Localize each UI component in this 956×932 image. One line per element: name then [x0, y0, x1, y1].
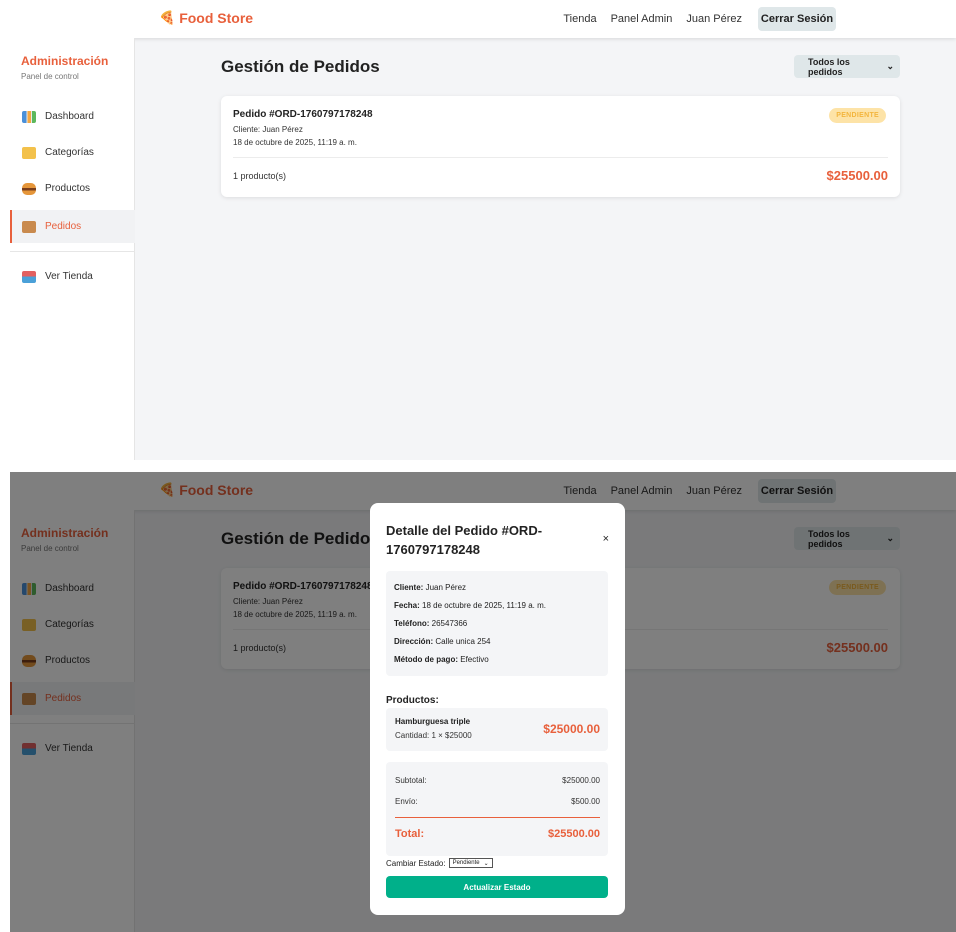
subtotal-label: Subtotal: [395, 776, 427, 785]
order-client: Cliente: Juan Pérez [233, 125, 303, 134]
info-row-fecha: Fecha: 18 de octubre de 2025, 11:19 a. m… [394, 601, 546, 610]
info-row-cliente: Cliente: Juan Pérez [394, 583, 467, 592]
product-name: Hamburguesa triple [395, 717, 471, 726]
nav-links: Tienda Panel Admin Juan Pérez Cerrar Ses… [563, 0, 956, 38]
admin-orders-view-with-modal: 🍕 Food Store Tienda Panel Admin Juan Pér… [10, 472, 956, 932]
order-filter-select[interactable]: Todos los pedidos ⌄ [794, 55, 900, 78]
product-quantity: Cantidad: 1 × $25000 [395, 731, 472, 740]
nav-link-tienda[interactable]: Tienda [563, 13, 596, 25]
nav-user-name: Juan Pérez [686, 13, 742, 25]
order-info-box: Cliente: Juan Pérez Fecha: 18 de octubre… [386, 571, 608, 676]
products-heading: Productos: [386, 695, 439, 706]
status-badge: PENDIENTE [829, 108, 886, 123]
page-title: Gestión de Pedidos [221, 57, 380, 76]
chart-icon [22, 110, 36, 123]
list-item: Hamburguesa triple Cantidad: 1 × $25000 … [386, 708, 608, 751]
status-select-value: Pendiente [452, 860, 480, 866]
subtotal-value: $25000.00 [562, 776, 600, 785]
sidebar-item-categorias[interactable]: Categorías [10, 136, 135, 169]
nav-link-panel-admin[interactable]: Panel Admin [611, 13, 673, 25]
sidebar-item-label: Productos [45, 183, 91, 194]
folder-icon [22, 146, 36, 159]
order-totals-box: Subtotal: $25000.00 Envío: $500.00 Total… [386, 762, 608, 856]
sidebar-item-pedidos[interactable]: Pedidos [10, 210, 135, 243]
navbar: 🍕 Food Store Tienda Panel Admin Juan Pér… [10, 0, 956, 38]
order-card[interactable]: Pedido #ORD-1760797178248 Cliente: Juan … [221, 96, 900, 197]
sidebar-item-label: Pedidos [45, 221, 82, 232]
product-price: $25000.00 [543, 722, 600, 736]
chevron-down-icon: ⌄ [886, 61, 894, 71]
sidebar-item-label: Categorías [45, 147, 94, 158]
box-icon [22, 220, 36, 233]
modal-title: Detalle del Pedido #ORD-1760797178248 [386, 523, 543, 557]
order-detail-modal: Detalle del Pedido #ORD-1760797178248 × … [370, 503, 625, 915]
brand-name: Food Store [179, 10, 254, 26]
order-date: 18 de octubre de 2025, 11:19 a. m. [233, 138, 357, 147]
total-value: $25500.00 [548, 828, 600, 840]
sidebar-item-dashboard[interactable]: Dashboard [10, 100, 135, 133]
order-total: $25500.00 [826, 168, 888, 183]
status-change-row: Cambiar Estado: Pendiente ⌄ [386, 858, 493, 868]
order-id: Pedido #ORD-1760797178248 [233, 109, 373, 120]
shipping-label: Envío: [395, 797, 418, 806]
info-row-direccion: Dirección: Calle unica 254 [394, 637, 491, 646]
total-label: Total: [395, 828, 425, 840]
info-row-metodo-pago: Método de pago: Efectivo [394, 655, 489, 664]
status-select[interactable]: Pendiente ⌄ [448, 858, 493, 868]
store-icon [22, 270, 36, 283]
chevron-down-icon: ⌄ [483, 860, 489, 867]
burger-icon [22, 182, 36, 195]
sidebar-item-label: Ver Tienda [45, 271, 93, 282]
sidebar-title: Administración [21, 54, 109, 68]
update-status-button[interactable]: Actualizar Estado [386, 876, 608, 898]
pizza-icon: 🍕 [159, 10, 176, 25]
admin-orders-view: 🍕 Food Store Tienda Panel Admin Juan Pér… [10, 0, 956, 460]
sidebar-subtitle: Panel de control [21, 72, 79, 81]
sidebar-item-ver-tienda[interactable]: Ver Tienda [10, 260, 135, 293]
shipping-value: $500.00 [571, 797, 600, 806]
filter-value: Todos los pedidos [808, 56, 850, 77]
info-row-telefono: Teléfono: 26547366 [394, 619, 468, 628]
sidebar-item-label: Dashboard [45, 111, 94, 122]
brand-logo[interactable]: 🍕 Food Store [159, 10, 253, 26]
sidebar: Administración Panel de control Dashboar… [10, 38, 135, 460]
order-product-count: 1 producto(s) [233, 171, 287, 181]
order-card-divider [233, 157, 888, 158]
close-icon[interactable]: × [603, 533, 609, 545]
totals-divider [395, 817, 600, 818]
sidebar-divider [10, 251, 135, 252]
status-change-label: Cambiar Estado: [386, 858, 446, 868]
logout-button[interactable]: Cerrar Sesión [758, 7, 836, 31]
sidebar-item-productos[interactable]: Productos [10, 172, 135, 205]
